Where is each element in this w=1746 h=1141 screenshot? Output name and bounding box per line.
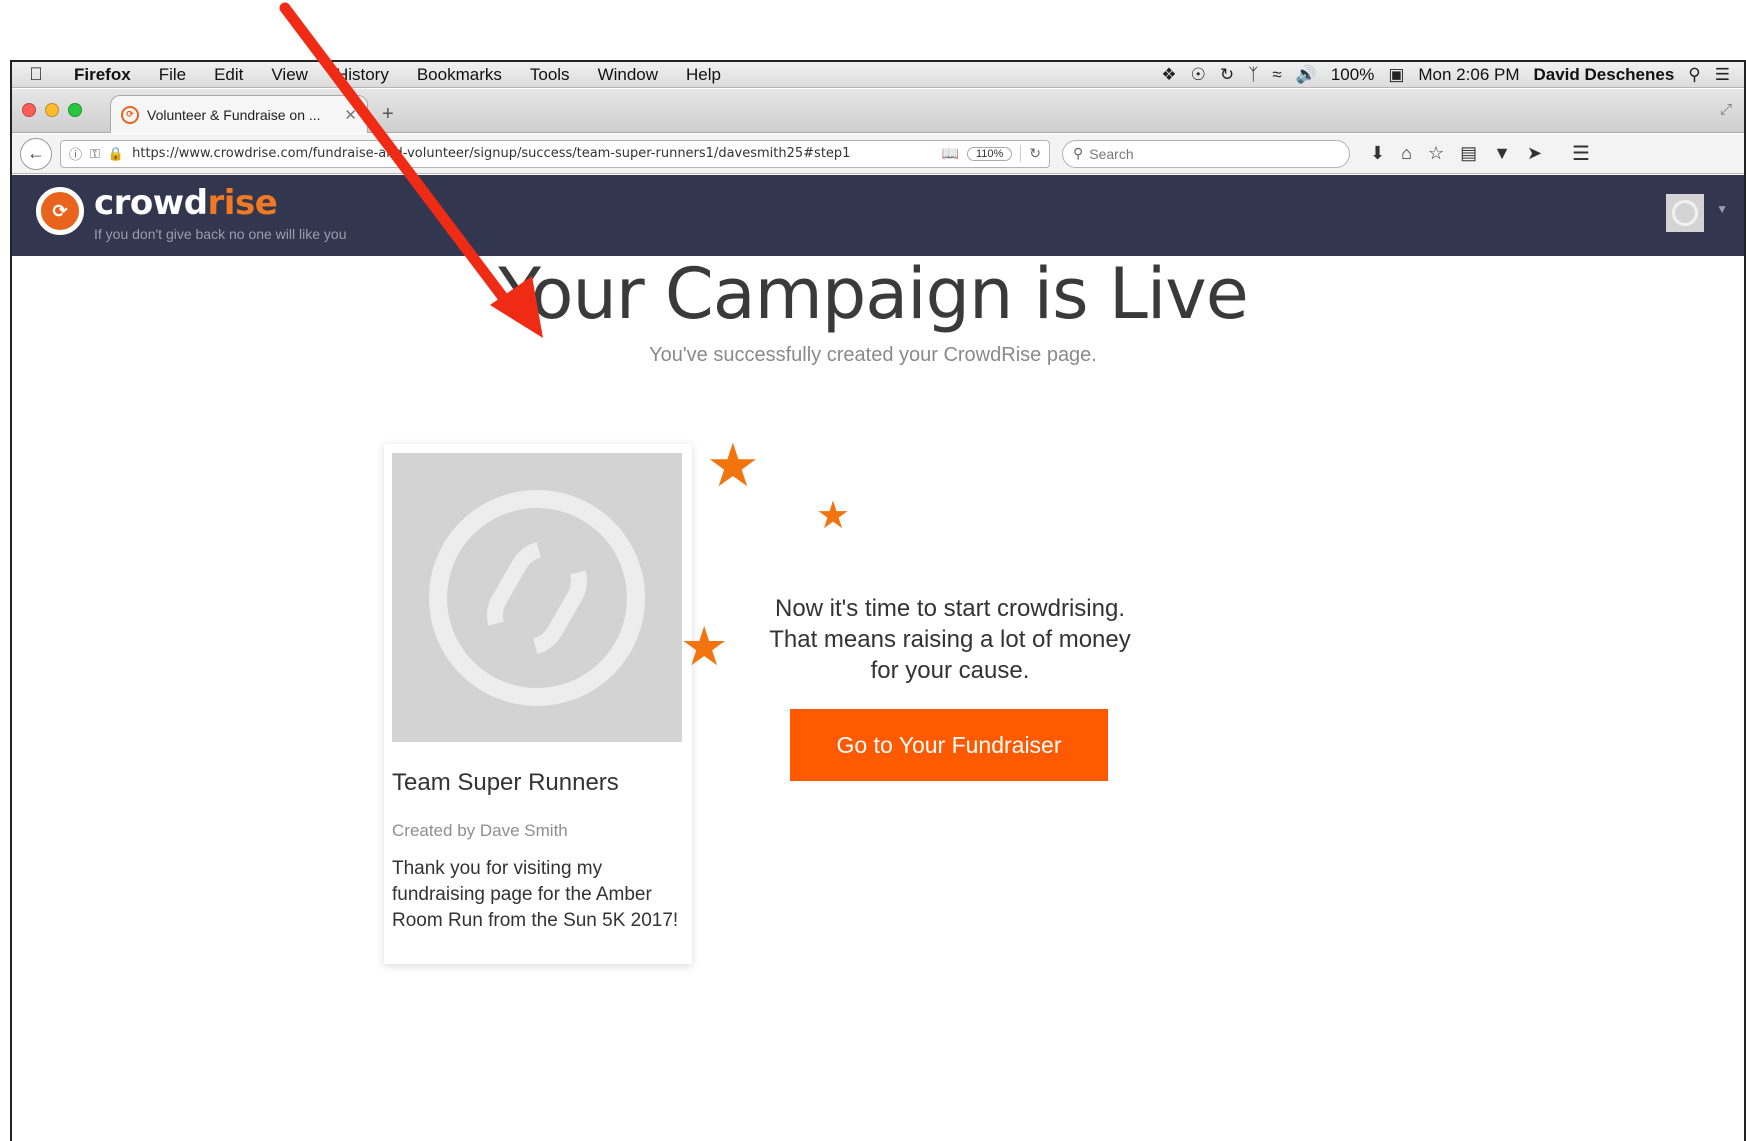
menu-tools[interactable]: Tools <box>516 65 584 85</box>
dropbox-icon[interactable]: ❖ <box>1161 65 1176 85</box>
crowdrise-favicon-icon: ⟳ <box>121 105 139 124</box>
pocket-icon[interactable]: ▼ <box>1493 143 1511 164</box>
reader-view-icon[interactable]: 📖 <box>942 145 959 162</box>
reload-icon[interactable]: ↻ <box>1020 145 1041 162</box>
user-avatar[interactable] <box>1666 194 1704 232</box>
spotlight-search-icon[interactable]: ⚲ <box>1688 65 1700 85</box>
campaign-title[interactable]: Team Super Runners <box>392 769 619 797</box>
url-bar[interactable]: ⓘ ⚿ 🔒 https://www.crowdrise.com/fundrais… <box>60 139 1050 168</box>
battery-percent: 100% <box>1330 64 1375 84</box>
close-tab-icon[interactable]: ✕ <box>344 106 357 124</box>
home-icon[interactable]: ⌂ <box>1401 143 1412 164</box>
menu-bookmarks[interactable]: Bookmarks <box>403 65 516 85</box>
creative-cloud-icon[interactable]: ☉ <box>1191 65 1206 85</box>
key-icon[interactable]: ⚿ <box>90 146 100 162</box>
user-name[interactable]: David Deschenes <box>1534 65 1675 85</box>
reading-list-icon[interactable]: ▤ <box>1460 143 1477 164</box>
brand-wordmark[interactable]: crowdrise <box>94 183 278 223</box>
star-decoration-icon: ★ <box>816 495 851 537</box>
brand-part-rise: rise <box>207 183 278 223</box>
star-decoration-icon: ★ <box>680 617 729 677</box>
tab-title: Volunteer & Fundraise on ... <box>147 106 321 123</box>
menu-file[interactable]: File <box>145 65 200 85</box>
status-tray: ❖ ☉ ↻ ᛉ ≈ 🔊 100% ▣ Mon 2:06 PM David Des… <box>1161 65 1744 85</box>
navigation-toolbar: ← ⓘ ⚿ 🔒 https://www.crowdrise.com/fundra… <box>12 134 1744 174</box>
brand-part-crowd: crowd <box>94 183 208 223</box>
star-decoration-icon: ★ <box>706 432 760 499</box>
site-header: ⟳ crowdrise If you don't give back no on… <box>12 175 1744 256</box>
menu-firefox[interactable]: Firefox <box>60 65 145 85</box>
menu-history[interactable]: History <box>322 65 403 85</box>
menu-window[interactable]: Window <box>584 65 672 85</box>
avatar-logo-icon <box>1672 200 1698 226</box>
maximize-window-button[interactable] <box>68 103 82 117</box>
search-input[interactable]: ⚲ Search <box>1062 139 1350 168</box>
wifi-icon[interactable]: ≈ <box>1272 65 1281 85</box>
cta-message: Now it's time to start crowdrising. That… <box>769 595 1131 684</box>
page-subtitle: You've successfully created your CrowdRi… <box>649 344 1097 366</box>
fullscreen-icon[interactable]: ⤢ <box>1720 101 1732 118</box>
menu-view[interactable]: View <box>257 65 322 85</box>
menu-edit[interactable]: Edit <box>200 65 257 85</box>
send-icon[interactable]: ➤ <box>1527 143 1542 164</box>
campaign-card[interactable]: Team Super Runners Created by Dave Smith… <box>384 444 692 964</box>
new-tab-icon[interactable]: + <box>382 103 394 126</box>
downloads-icon[interactable]: ⬇ <box>1370 143 1385 164</box>
hamburger-menu-icon[interactable]: ☰ <box>1572 141 1590 166</box>
search-placeholder: Search <box>1089 145 1134 162</box>
close-window-button[interactable] <box>22 103 36 117</box>
crowdrise-placeholder-icon <box>429 489 645 706</box>
back-button[interactable]: ← <box>20 137 52 170</box>
search-icon: ⚲ <box>1073 145 1084 161</box>
time-machine-icon[interactable]: ↻ <box>1220 65 1234 85</box>
menu-help[interactable]: Help <box>672 65 735 85</box>
bookmark-star-icon[interactable]: ☆ <box>1428 143 1444 164</box>
campaign-image-placeholder[interactable] <box>392 453 682 742</box>
go-to-fundraiser-button[interactable]: Go to Your Fundraiser <box>790 709 1108 781</box>
crowdrise-logo-icon[interactable]: ⟳ <box>36 187 84 235</box>
tab-strip: ⟳ Volunteer & Fundraise on ... ✕ + ⤢ <box>12 89 1744 133</box>
chevron-down-icon[interactable]: ▼ <box>1716 202 1728 216</box>
window-controls <box>22 103 82 117</box>
clock[interactable]: Mon 2:06 PM <box>1418 65 1519 85</box>
battery-icon[interactable]: ▣ <box>1388 65 1404 85</box>
volume-icon[interactable]: 🔊 <box>1296 65 1317 85</box>
page-title: Your Campaign is Live <box>498 253 1249 335</box>
tab-active[interactable]: ⟳ Volunteer & Fundraise on ... ✕ <box>110 95 368 133</box>
macos-menubar:  Firefox File Edit View History Bookmar… <box>12 62 1744 88</box>
bluetooth-icon[interactable]: ᛉ <box>1248 65 1258 85</box>
zoom-indicator[interactable]: 110% <box>966 146 1013 161</box>
apple-icon[interactable]:  <box>12 64 60 85</box>
notification-center-icon[interactable]: ☰ <box>1715 65 1730 85</box>
site-tagline: If you don't give back no one will like … <box>94 226 347 242</box>
campaign-creator: Created by Dave Smith <box>392 821 568 840</box>
minimize-window-button[interactable] <box>45 103 59 117</box>
info-icon[interactable]: ⓘ <box>69 144 82 163</box>
url-text[interactable]: https://www.crowdrise.com/fundraise-and-… <box>132 146 941 161</box>
lock-icon[interactable]: 🔒 <box>108 146 124 162</box>
toolbar-icons: ⬇ ⌂ ☆ ▤ ▼ ➤ ☰ <box>1370 141 1590 166</box>
campaign-description: Thank you for visiting my fundraising pa… <box>392 858 679 931</box>
